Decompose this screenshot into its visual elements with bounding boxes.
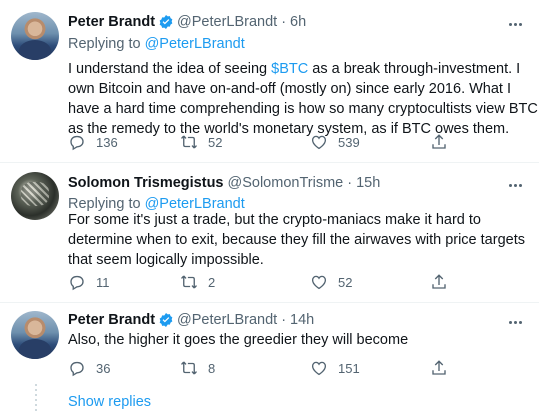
- author-name[interactable]: Solomon Trismegistus: [68, 175, 224, 191]
- tweet-header: Peter Brandt @PeterLBrandt · 14h: [68, 312, 314, 328]
- share-icon: [432, 274, 446, 289]
- author-name[interactable]: Peter Brandt: [68, 312, 155, 328]
- share-icon: [432, 134, 446, 149]
- timestamp[interactable]: 15h: [356, 175, 380, 191]
- author-name[interactable]: Peter Brandt: [68, 14, 155, 30]
- retweet-button[interactable]: 52: [180, 133, 222, 151]
- retweet-button[interactable]: 2: [180, 273, 215, 291]
- tweet-text: Also, the higher it goes the greedier th…: [68, 332, 409, 348]
- thread-dots: [35, 384, 37, 414]
- replying-to-link[interactable]: @PeterLBrandt: [145, 36, 245, 52]
- like-count: 539: [338, 134, 360, 150]
- like-icon: [311, 135, 327, 150]
- tweet-actions: 36 8 151: [68, 359, 468, 379]
- share-button[interactable]: [430, 133, 448, 151]
- author-handle[interactable]: @PeterLBrandt: [177, 14, 277, 30]
- more-icon[interactable]: [505, 312, 525, 332]
- like-button[interactable]: 52: [310, 273, 352, 291]
- retweet-icon: [181, 361, 197, 375]
- more-icon[interactable]: [505, 175, 525, 195]
- like-icon: [311, 275, 327, 290]
- timestamp[interactable]: 6h: [290, 14, 306, 30]
- replying-to: Replying to @PeterLBrandt: [68, 36, 245, 52]
- author-handle[interactable]: @PeterLBrandt: [177, 312, 277, 328]
- reply-icon: [70, 275, 84, 291]
- share-button[interactable]: [430, 359, 448, 377]
- tweet-header: Peter Brandt @PeterLBrandt · 6h: [68, 14, 306, 30]
- tweet-2[interactable]: Solomon Trismegistus @SolomonTrisme · 15…: [0, 163, 539, 303]
- tweet-header: Solomon Trismegistus @SolomonTrisme · 15…: [68, 175, 380, 191]
- author-handle[interactable]: @SolomonTrisme: [228, 175, 344, 191]
- timestamp[interactable]: 14h: [290, 312, 314, 328]
- reply-count: 36: [96, 360, 111, 376]
- separator: ·: [281, 14, 287, 30]
- reply-button[interactable]: 136: [68, 133, 118, 151]
- retweet-button[interactable]: 8: [180, 359, 215, 377]
- avatar[interactable]: [11, 172, 59, 220]
- tweet-actions: 136 52 539: [68, 133, 468, 153]
- retweet-icon: [181, 135, 197, 149]
- reply-icon: [70, 135, 84, 151]
- share-icon: [432, 360, 446, 375]
- verified-badge-icon: [159, 313, 173, 327]
- like-count: 151: [338, 360, 360, 376]
- like-count: 52: [338, 274, 353, 290]
- more-icon[interactable]: [505, 14, 525, 34]
- reply-count: 136: [96, 134, 118, 150]
- tweet-text: For some it's just a trade, but the cryp…: [68, 212, 525, 268]
- retweet-icon: [181, 275, 197, 289]
- share-button[interactable]: [430, 273, 448, 291]
- tweet-actions: 11 2 52: [68, 273, 468, 293]
- avatar[interactable]: [11, 12, 59, 60]
- verified-badge-icon: [159, 15, 173, 29]
- retweet-count: 8: [208, 360, 216, 376]
- like-icon: [311, 361, 327, 376]
- reply-icon: [70, 361, 84, 377]
- replying-prefix: Replying to: [68, 36, 145, 52]
- reply-button[interactable]: 11: [68, 273, 110, 291]
- separator: ·: [281, 312, 287, 328]
- show-replies-link[interactable]: Show replies: [68, 394, 151, 410]
- like-button[interactable]: 151: [310, 359, 360, 377]
- retweet-count: 52: [208, 134, 223, 150]
- separator: ·: [347, 175, 353, 191]
- tweet-text-part: I understand the idea of seeing: [68, 61, 272, 77]
- tweet-3[interactable]: Peter Brandt @PeterLBrandt · 14h Also, t…: [0, 303, 539, 383]
- avatar[interactable]: [11, 311, 59, 359]
- reply-button[interactable]: 36: [68, 359, 110, 377]
- tweet-1[interactable]: Peter Brandt @PeterLBrandt · 6h Replying…: [0, 0, 539, 160]
- retweet-count: 2: [208, 274, 216, 290]
- cashtag-link[interactable]: $BTC: [271, 61, 308, 77]
- tweet-text: I understand the idea of seeing $BTC as …: [68, 59, 538, 139]
- like-button[interactable]: 539: [310, 133, 360, 151]
- reply-count: 11: [96, 274, 110, 290]
